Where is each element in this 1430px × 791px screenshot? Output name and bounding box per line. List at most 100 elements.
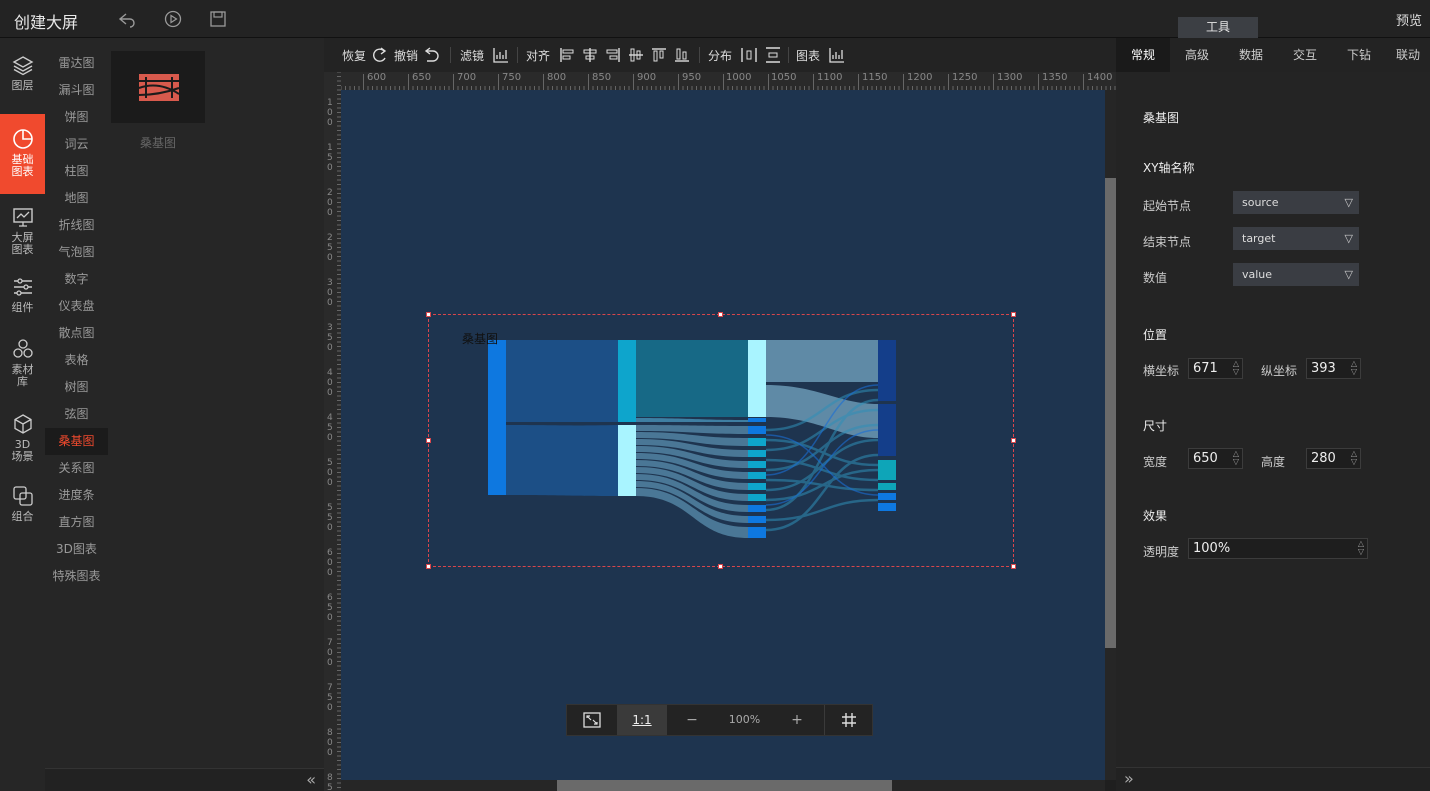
actual-size-button[interactable]: 1:1 [617,705,667,735]
distribute-vertical-icon[interactable] [764,46,782,64]
value-select[interactable]: value ▽ [1233,263,1359,286]
stepper-icon[interactable]: △ ▽ [1233,450,1239,466]
ruler-label: 150 [327,143,333,173]
category-item-active[interactable]: 桑基图 [45,428,108,455]
category-item[interactable]: 弦图 [45,401,108,428]
nav-components[interactable]: 组件 [0,276,45,320]
resize-handle-s[interactable] [718,564,723,569]
category-item[interactable]: 特殊图表 [45,563,108,590]
align-left-icon[interactable] [558,46,576,64]
stepper-icon[interactable]: △ ▽ [1233,360,1239,376]
opacity-label: 透明度 [1143,545,1180,559]
chart-button[interactable]: 图表 [796,47,820,64]
tab-drilldown[interactable]: 下钻 [1332,38,1386,72]
category-item[interactable]: 进度条 [45,482,108,509]
nav-basic-charts[interactable]: 基础图表 [0,114,45,194]
y-coordinate-label: 纵坐标 [1261,364,1298,378]
category-item[interactable]: 漏斗图 [45,77,108,104]
category-item[interactable]: 气泡图 [45,239,108,266]
nav-screen-charts[interactable]: 大屏图表 [0,206,45,262]
collapse-left-icon[interactable]: « [306,770,316,789]
y-coordinate-input[interactable]: 393 △ ▽ [1306,358,1361,379]
align-center-icon[interactable] [581,46,599,64]
resize-handle-se[interactable] [1011,564,1016,569]
category-item[interactable]: 散点图 [45,320,108,347]
category-item[interactable]: 直方图 [45,509,108,536]
filter-button[interactable]: 滤镜 [460,47,484,64]
group-icon [12,486,33,506]
align-bottom-icon[interactable] [673,46,691,64]
stepper-icon[interactable]: △ ▽ [1351,450,1357,466]
stepper-icon[interactable]: △ ▽ [1351,360,1357,376]
preview-button[interactable]: 预览 [1396,10,1422,29]
opacity-input[interactable]: 100% △ ▽ [1188,538,1368,559]
play-icon[interactable] [164,10,182,28]
resize-handle-e[interactable] [1011,438,1016,443]
target-node-select[interactable]: target ▽ [1233,227,1359,250]
zoom-in-button[interactable]: + [772,705,822,735]
category-item[interactable]: 3D图表 [45,536,108,563]
category-item[interactable]: 数字 [45,266,108,293]
horizontal-scroll-thumb[interactable] [557,780,892,791]
redo-button[interactable]: 恢复 [342,47,366,64]
category-item[interactable]: 地图 [45,185,108,212]
height-input[interactable]: 280 △ ▽ [1306,448,1361,469]
properties-tabs: 常规 高级 数据 交互 下钻 联动 [1116,38,1430,72]
undo-arrow-icon[interactable] [118,10,136,28]
distribute-button[interactable]: 分布 [708,47,732,64]
category-item[interactable]: 词云 [45,131,108,158]
category-item[interactable]: 树图 [45,374,108,401]
x-coordinate-input[interactable]: 671 △ ▽ [1188,358,1243,379]
value-field-value: value [1242,268,1273,281]
stepper-icon[interactable]: △ ▽ [1358,540,1364,556]
zoom-out-button[interactable]: − [667,705,717,735]
save-icon[interactable] [209,10,227,28]
distribute-horizontal-icon[interactable] [740,46,758,64]
sankey-node [878,404,896,456]
hexagons-icon [12,339,33,358]
category-item[interactable]: 表格 [45,347,108,374]
category-item[interactable]: 雷达图 [45,50,108,77]
tab-general[interactable]: 常规 [1116,38,1170,72]
align-vcenter-icon[interactable] [627,46,645,64]
resize-handle-ne[interactable] [1011,312,1016,317]
source-node-select[interactable]: source ▽ [1233,191,1359,214]
nav-materials[interactable]: 素材库 [0,338,45,394]
undo-button[interactable]: 撤销 [394,47,418,64]
tools-tab[interactable]: 工具 [1178,17,1258,38]
horizontal-scrollbar[interactable] [341,780,1105,791]
grid-toggle-button[interactable] [824,705,872,735]
category-item[interactable]: 折线图 [45,212,108,239]
nav-3d-scene[interactable]: 3D场景 [0,413,45,469]
tab-linkage[interactable]: 联动 [1386,38,1430,72]
resize-handle-sw[interactable] [426,564,431,569]
tab-advanced[interactable]: 高级 [1170,38,1224,72]
resize-handle-nw[interactable] [426,312,431,317]
category-item[interactable]: 饼图 [45,104,108,131]
redo-icon[interactable] [370,46,388,64]
resize-handle-n[interactable] [718,312,723,317]
align-right-icon[interactable] [604,46,622,64]
ruler-label: 350 [327,323,333,353]
resize-handle-w[interactable] [426,438,431,443]
collapse-right-icon[interactable]: » [1124,769,1134,788]
vertical-scrollbar[interactable] [1105,90,1116,780]
vertical-scroll-thumb[interactable] [1105,178,1116,648]
sankey-thumbnail[interactable] [111,51,205,123]
category-item[interactable]: 柱图 [45,158,108,185]
ruler-label: 850 [592,72,612,83]
tab-interaction[interactable]: 交互 [1278,38,1332,72]
width-input[interactable]: 650 △ ▽ [1188,448,1243,469]
undo-icon[interactable] [422,46,440,64]
tab-data[interactable]: 数据 [1224,38,1278,72]
align-top-icon[interactable] [650,46,668,64]
align-button[interactable]: 对齐 [526,47,550,64]
nav-group[interactable]: 组合 [0,485,45,529]
nav-layers[interactable]: 图层 [0,54,45,98]
fit-screen-button[interactable] [567,705,617,735]
category-item[interactable]: 关系图 [45,455,108,482]
category-item[interactable]: 仪表盘 [45,293,108,320]
sliders-icon [13,278,32,296]
chart-bar-icon[interactable] [828,46,846,64]
filter-chart-icon[interactable] [492,46,510,64]
